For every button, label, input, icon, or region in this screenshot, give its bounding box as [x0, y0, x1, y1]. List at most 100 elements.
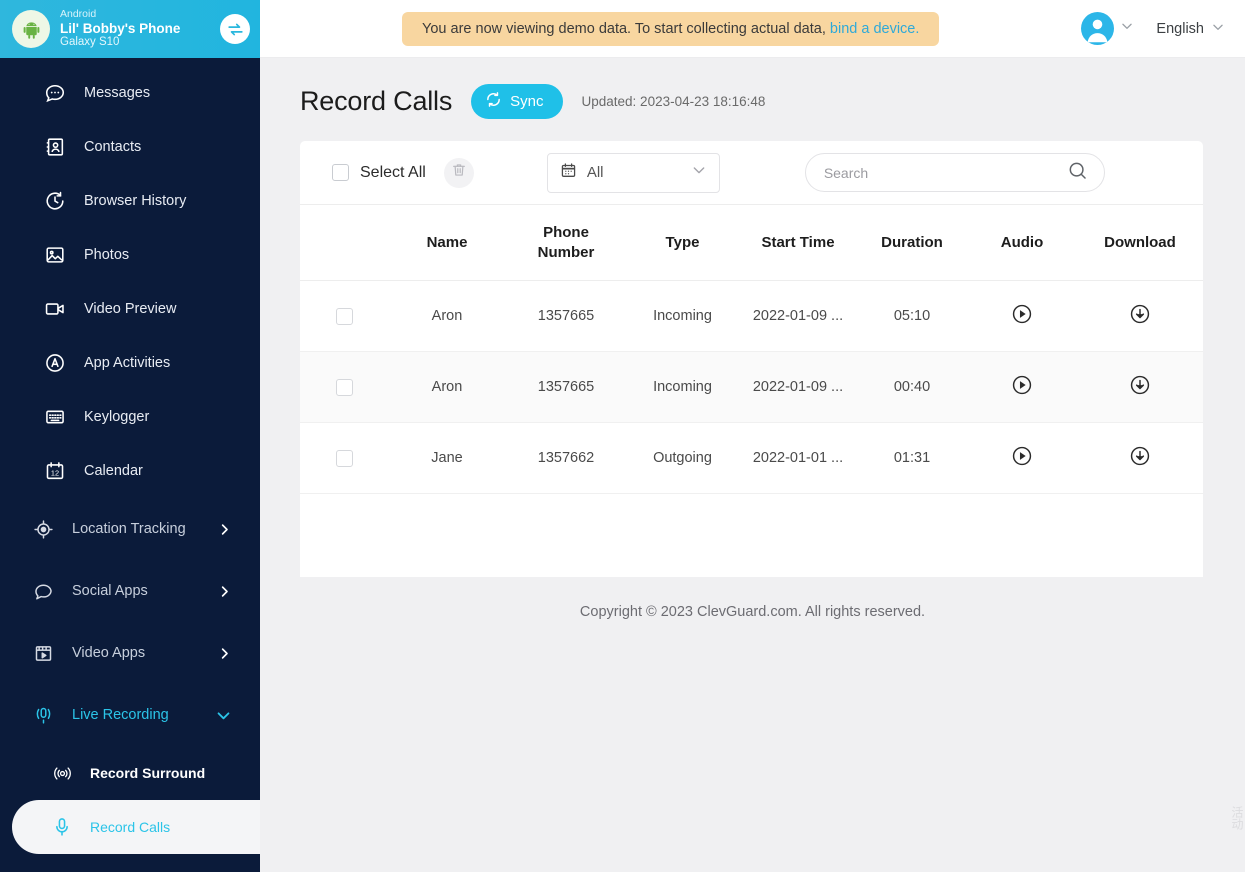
row-checkbox[interactable] — [335, 449, 353, 467]
sidebar-item-record-calls[interactable]: Record Calls — [12, 800, 260, 854]
sidebar-subitem-label: Record Calls — [90, 819, 171, 835]
refresh-icon — [485, 91, 502, 112]
page-header: Record Calls Sync Updated: 2023-04-23 18… — [300, 84, 1205, 119]
header-phone-line1: Phone — [543, 224, 589, 241]
header-type: Type — [626, 205, 739, 281]
cell-phone: 1357662 — [506, 422, 626, 494]
row-checkbox[interactable] — [335, 307, 353, 325]
delete-button[interactable] — [443, 157, 474, 188]
sidebar-item-contacts[interactable]: Contacts — [0, 120, 260, 174]
bind-device-link[interactable]: bind a device. — [830, 21, 919, 37]
row-checkbox-cell — [300, 351, 388, 423]
top-bar: You are now viewing demo data. To start … — [260, 0, 1245, 58]
download-icon[interactable] — [1129, 374, 1151, 396]
cell-phone: 1357665 — [506, 280, 626, 352]
sidebar-group-social-apps[interactable]: Social Apps — [0, 560, 260, 622]
table-row[interactable]: Jane 1357662 Outgoing 2022-01-01 ... 01:31 — [300, 422, 1203, 494]
sidebar: Android Lil' Bobby's Phone Galaxy S10 Me… — [0, 0, 260, 872]
sidebar-item-app-activities[interactable]: App Activities — [0, 336, 260, 390]
sidebar-group-live-recording[interactable]: Live Recording — [0, 684, 260, 746]
cell-start-time: 2022-01-09 ... — [739, 280, 857, 352]
cell-duration: 00:40 — [857, 351, 967, 423]
sidebar-item-label: App Activities — [84, 355, 171, 371]
device-model: Galaxy S10 — [60, 35, 120, 48]
date-filter-value: All — [586, 164, 604, 181]
content-area: Record Calls Sync Updated: 2023-04-23 18… — [260, 58, 1245, 620]
account-menu[interactable] — [1081, 12, 1134, 45]
chevron-right-icon — [217, 584, 232, 599]
demo-data-banner: You are now viewing demo data. To start … — [402, 11, 940, 46]
header-duration: Duration — [857, 205, 967, 281]
cell-name: Aron — [388, 351, 506, 423]
select-all-control[interactable]: Select All — [332, 164, 426, 182]
play-icon[interactable] — [1011, 445, 1033, 467]
sync-button[interactable]: Sync — [471, 84, 563, 119]
sidebar-group-label: Video Apps — [72, 645, 146, 661]
cell-phone: 1357665 — [506, 351, 626, 423]
chevron-down-icon — [215, 707, 232, 724]
app-activities-icon — [40, 352, 70, 374]
sidebar-item-label: Video Preview — [84, 301, 177, 317]
sidebar-subitem-label: Record Surround — [90, 765, 206, 781]
sidebar-group-location-tracking[interactable]: Location Tracking — [0, 498, 260, 560]
sidebar-item-calendar[interactable]: 12 Calendar — [0, 444, 260, 498]
cell-download — [1077, 422, 1203, 494]
download-icon[interactable] — [1129, 445, 1151, 467]
sidebar-nav: Messages Contacts Browser History Photos… — [0, 58, 260, 854]
side-consult-tab[interactable]: 活动 — [1227, 806, 1245, 830]
calendar-icon — [560, 162, 577, 184]
search-icon[interactable] — [1067, 160, 1088, 186]
sidebar-item-keylogger[interactable]: Keylogger — [0, 390, 260, 444]
cell-audio — [967, 422, 1077, 494]
select-all-checkbox[interactable] — [332, 164, 349, 181]
select-all-label: Select All — [360, 163, 426, 181]
device-header[interactable]: Android Lil' Bobby's Phone Galaxy S10 — [0, 0, 260, 58]
chevron-down-icon — [691, 162, 707, 183]
last-updated-label: Updated: 2023-04-23 18:16:48 — [581, 94, 766, 109]
surround-record-icon — [48, 763, 76, 784]
header-download: Download — [1077, 205, 1203, 281]
table-empty-space — [300, 494, 1203, 577]
banner-text: You are now viewing demo data. To start … — [422, 20, 826, 37]
cell-download — [1077, 280, 1203, 352]
search-box[interactable] — [804, 153, 1105, 192]
switch-device-icon[interactable] — [220, 14, 250, 44]
cell-download — [1077, 351, 1203, 423]
sidebar-group-label: Social Apps — [72, 583, 148, 599]
records-table: Name Phone Number Type Start Time Durati… — [300, 205, 1203, 494]
sidebar-group-video-apps[interactable]: Video Apps — [0, 622, 260, 684]
header-start-time: Start Time — [739, 205, 857, 281]
sidebar-item-record-surround[interactable]: Record Surround — [0, 746, 260, 800]
film-play-icon — [28, 643, 58, 664]
chevron-right-icon — [217, 646, 232, 661]
cell-name: Aron — [388, 280, 506, 352]
cell-duration: 05:10 — [857, 280, 967, 352]
sidebar-item-messages[interactable]: Messages — [0, 66, 260, 120]
language-selector[interactable]: English — [1156, 20, 1225, 38]
table-row[interactable]: Aron 1357665 Incoming 2022-01-09 ... 05:10 — [300, 280, 1203, 352]
footer-copyright: Copyright © 2023 ClevGuard.com. All righ… — [579, 604, 926, 620]
header-checkbox — [300, 205, 388, 281]
sidebar-item-photos[interactable]: Photos — [0, 228, 260, 282]
cell-audio — [967, 280, 1077, 352]
microphone-icon — [48, 816, 76, 838]
date-filter-dropdown[interactable]: All — [546, 152, 720, 193]
page-title: Record Calls — [300, 86, 453, 116]
sidebar-item-browser-history[interactable]: Browser History — [0, 174, 260, 228]
download-icon[interactable] — [1129, 303, 1151, 325]
cell-type: Incoming — [626, 280, 739, 352]
table-header-row: Name Phone Number Type Start Time Durati… — [300, 205, 1203, 281]
row-checkbox[interactable] — [335, 378, 353, 396]
user-avatar-icon — [1081, 12, 1115, 45]
sidebar-item-video-preview[interactable]: Video Preview — [0, 282, 260, 336]
cell-type: Outgoing — [626, 422, 739, 494]
table-row[interactable]: Aron 1357665 Incoming 2022-01-09 ... 00:40 — [300, 351, 1203, 423]
video-camera-icon — [40, 298, 70, 320]
search-input[interactable] — [823, 164, 1067, 181]
top-bar-right: English — [1081, 12, 1225, 45]
play-icon[interactable] — [1011, 374, 1033, 396]
mic-waves-icon — [28, 705, 58, 726]
records-card: Select All All Search Name Phone Number … — [300, 141, 1203, 577]
cell-start-time: 2022-01-01 ... — [739, 422, 857, 494]
play-icon[interactable] — [1011, 303, 1033, 325]
